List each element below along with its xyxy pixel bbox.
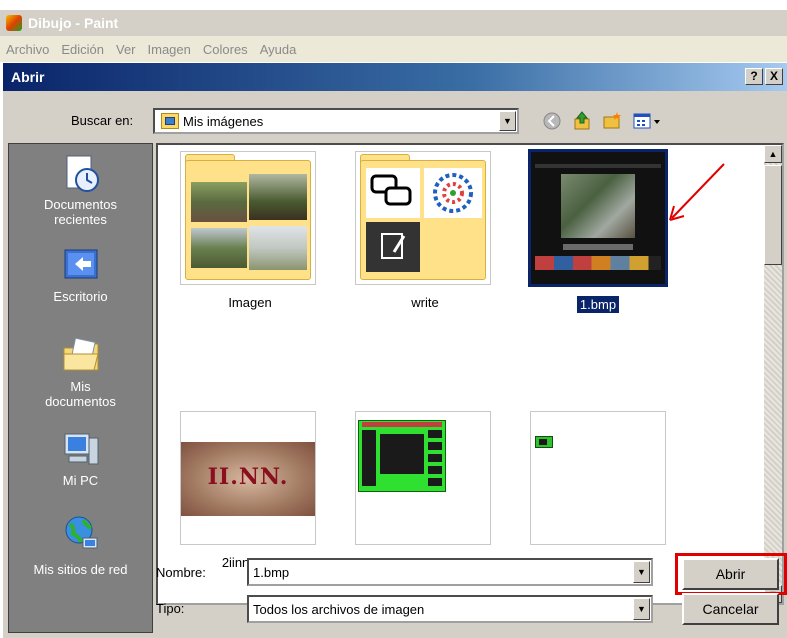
filetype-dropdown-icon[interactable]: ▼: [633, 598, 650, 620]
paint-app-icon: [6, 15, 22, 31]
filename-label: Nombre:: [156, 565, 206, 580]
dialog-title-bar: Abrir ? X: [3, 63, 787, 91]
look-in-dropdown-icon[interactable]: ▼: [499, 111, 516, 131]
place-desktop[interactable]: Escritorio: [9, 246, 152, 304]
open-button[interactable]: Abrir: [682, 558, 779, 590]
close-button[interactable]: X: [765, 68, 783, 85]
paint-title-bar: Dibujo - Paint: [0, 10, 787, 36]
places-bar: Documentos recientes Escritorio Mis docu…: [8, 143, 153, 633]
look-in-label: Buscar en:: [71, 113, 134, 128]
file-tile-2iinn[interactable]: II.NN. 2iinn.JPG: [180, 411, 320, 570]
filetype-label: Tipo:: [156, 601, 185, 616]
menu-edicion[interactable]: Edición: [61, 42, 104, 57]
people-icon: [424, 168, 482, 218]
look-in-value: Mis imágenes: [183, 113, 264, 129]
cancel-button[interactable]: Cancelar: [682, 593, 779, 625]
file-name: write: [411, 295, 439, 310]
scroll-thumb[interactable]: [764, 165, 782, 265]
help-button[interactable]: ?: [745, 68, 763, 85]
place-my-computer[interactable]: Mi PC: [9, 430, 152, 488]
up-folder-icon[interactable]: [571, 110, 593, 132]
place-my-documents[interactable]: Mis documentos: [9, 336, 152, 409]
chat-icon: [366, 168, 420, 218]
photo-icon: [191, 182, 247, 222]
menu-ver[interactable]: Ver: [116, 42, 136, 57]
image-thumbnail: II.NN.: [180, 411, 316, 545]
menu-ayuda[interactable]: Ayuda: [260, 42, 297, 57]
my-computer-icon: [61, 430, 101, 470]
folder-thumbnail: [355, 151, 491, 285]
menu-bar: Archivo Edición Ver Imagen Colores Ayuda: [0, 36, 787, 62]
pencil-icon: [366, 222, 420, 272]
file-tile-cartoon[interactable]: cartoon.JPG: [530, 411, 670, 570]
photo-icon: [191, 228, 247, 268]
filetype-value: Todos los archivos de imagen: [253, 601, 425, 617]
annotation-arrow-icon: [669, 163, 725, 221]
file-tile-1bmp[interactable]: 1.bmp: [528, 149, 668, 313]
image-thumbnail-selected: [528, 149, 668, 287]
new-folder-icon[interactable]: [601, 110, 623, 132]
scroll-up-icon[interactable]: ▲: [764, 145, 782, 163]
filetype-combo[interactable]: Todos los archivos de imagen ▼: [247, 595, 653, 623]
file-name-selected: 1.bmp: [528, 296, 668, 313]
dialog-title: Abrir: [11, 69, 45, 85]
file-tile-imagen[interactable]: Imagen: [180, 151, 320, 310]
place-network[interactable]: Mis sitios de red: [9, 514, 152, 577]
menu-archivo[interactable]: Archivo: [6, 42, 49, 57]
network-places-icon: [61, 514, 101, 554]
photo-icon: [561, 174, 635, 238]
filename-input[interactable]: 1.bmp: [249, 565, 289, 580]
image-thumbnail: [530, 411, 666, 545]
image-thumbnail: [355, 411, 491, 545]
place-recent[interactable]: Documentos recientes: [9, 154, 152, 227]
recent-documents-icon: [61, 154, 101, 194]
thumbnail-text: II.NN.: [207, 464, 289, 490]
menu-imagen[interactable]: Imagen: [148, 42, 191, 57]
filename-combo[interactable]: 1.bmp ▼: [247, 558, 653, 586]
file-tile-cartoo2[interactable]: cartoo2.JPG: [355, 411, 495, 570]
my-documents-icon: [61, 336, 101, 376]
back-icon[interactable]: [541, 110, 563, 132]
look-in-combo[interactable]: Mis imágenes ▼: [153, 108, 519, 134]
filename-dropdown-icon[interactable]: ▼: [633, 561, 650, 583]
file-tile-write[interactable]: write: [355, 151, 495, 310]
photo-icon: [249, 226, 307, 270]
file-list-scrollbar[interactable]: ▲ ▼: [764, 145, 782, 603]
my-pictures-icon: [161, 113, 179, 129]
paint-window-title: Dibujo - Paint: [28, 15, 119, 31]
desktop-icon: [61, 246, 101, 286]
photo-icon: [249, 174, 307, 220]
folder-thumbnail: [180, 151, 316, 285]
view-menu-icon[interactable]: [631, 110, 665, 132]
open-dialog: Abrir ? X Buscar en: Mis imágenes ▼ Docu…: [3, 63, 787, 638]
menu-colores[interactable]: Colores: [203, 42, 248, 57]
file-name: Imagen: [228, 295, 272, 310]
